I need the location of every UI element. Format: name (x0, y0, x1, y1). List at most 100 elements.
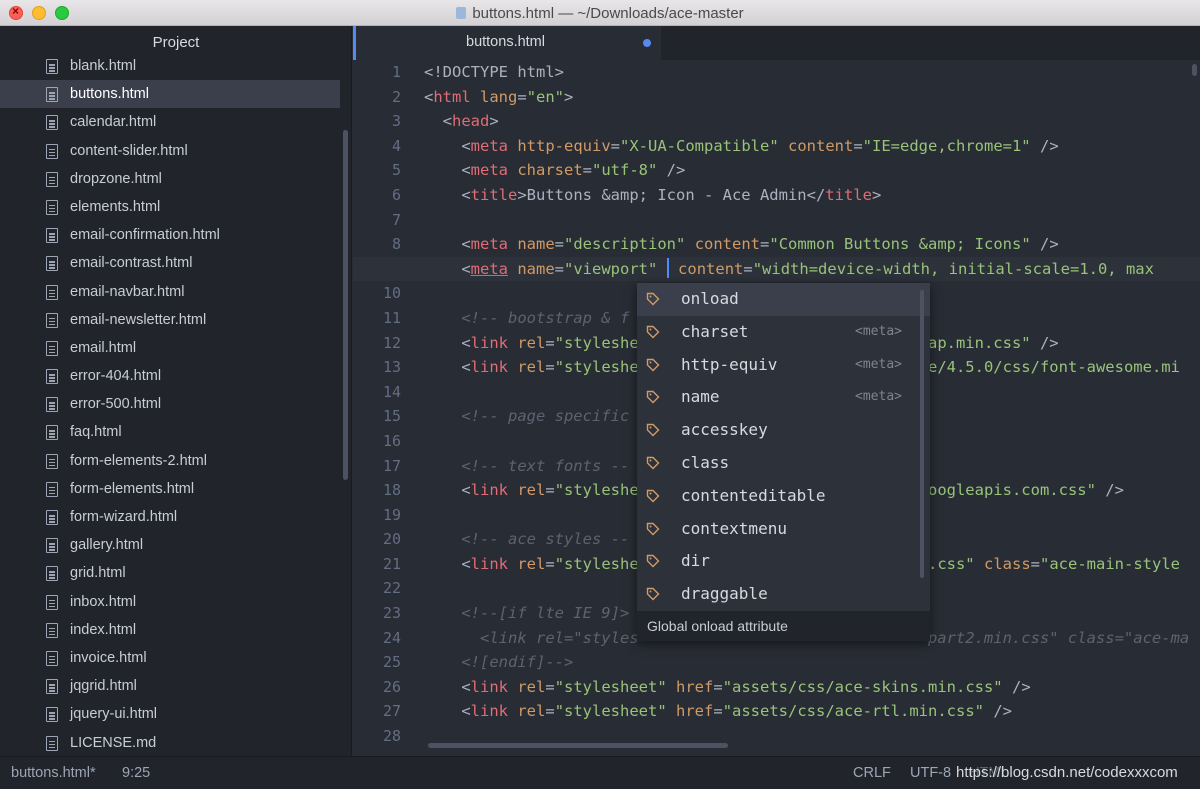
tree-item[interactable]: email-newsletter.html (0, 306, 340, 334)
tree-item[interactable]: jquery-ui.html (0, 700, 340, 728)
code-line[interactable]: <link rel="stylesheet" href="assets/css/… (424, 699, 1200, 724)
tree-item[interactable]: jqgrid.html (0, 672, 340, 700)
status-line-ending[interactable]: CRLF (853, 757, 891, 789)
tree-item[interactable]: faq.html (0, 418, 340, 446)
title-bar: buttons.html — ~/Downloads/ace-master (0, 0, 1200, 26)
code-line[interactable]: <html lang="en"> (424, 85, 1200, 110)
code-token: meta (470, 136, 508, 155)
tree-item-label: faq.html (70, 424, 122, 441)
line-number: 5 (391, 161, 401, 180)
tree-item-label: calendar.html (70, 114, 157, 131)
code-line[interactable]: <link rel="stylesheet" href="assets/css/… (424, 675, 1200, 700)
code-line[interactable]: <meta http-equiv="X-UA-Compatible" conte… (424, 134, 1200, 159)
tab-buttons-html[interactable]: buttons.html (353, 26, 661, 60)
code-token: > (489, 112, 499, 131)
tab-bar: buttons.html (353, 26, 1200, 60)
tree-item[interactable]: LICENSE.md (0, 729, 340, 757)
file-icon (46, 228, 58, 244)
tree-item[interactable]: gallery.html (0, 531, 340, 559)
tree-item[interactable]: error-500.html (0, 390, 340, 418)
tree-item[interactable]: form-elements.html (0, 475, 340, 503)
tree-item[interactable]: buttons.html (0, 80, 340, 109)
code-line[interactable]: <!DOCTYPE html> (424, 60, 1200, 85)
tree-item[interactable]: email-navbar.html (0, 278, 340, 306)
code-token: >Buttons &amp; Icon - Ace Admin</ (517, 185, 826, 204)
code-line[interactable] (424, 208, 1200, 233)
tree-item[interactable]: index.html (0, 616, 340, 644)
tree-item-label: LICENSE.md (70, 734, 157, 751)
autocomplete-item[interactable]: draggable (637, 578, 930, 611)
line-number: 22 (382, 579, 401, 598)
tag-icon (646, 587, 660, 601)
tree-item[interactable]: form-wizard.html (0, 503, 340, 531)
status-file-name[interactable]: buttons.html* (11, 757, 96, 789)
line-number: 2 (391, 87, 401, 106)
code-token: "ace-main-style (1040, 554, 1180, 573)
tree-item[interactable]: content-slider.html (0, 137, 340, 165)
autocomplete-item[interactable]: class (637, 447, 930, 480)
autocomplete-item[interactable]: contextmenu (637, 513, 930, 546)
code-line[interactable]: <head> (424, 109, 1200, 134)
status-cursor-position[interactable]: 9:25 (122, 757, 150, 789)
autocomplete-item[interactable]: name <meta> (637, 381, 930, 414)
code-token: = (545, 554, 555, 573)
tree-item[interactable]: inbox.html (0, 588, 340, 616)
tree-item[interactable]: invoice.html (0, 644, 340, 672)
tree-item[interactable]: form-elements-2.html (0, 447, 340, 475)
autocomplete-item[interactable]: http-equiv <meta> (637, 349, 930, 382)
code-token: "Common Buttons &amp; Icons" (769, 235, 1031, 254)
code-token: <!-- text fonts -- (424, 456, 630, 475)
tree-item[interactable]: dropzone.html (0, 165, 340, 193)
autocomplete-item-label: name (681, 387, 720, 407)
autocomplete-scrollbar[interactable] (920, 290, 924, 578)
code-line[interactable]: <meta charset="utf-8" /> (424, 158, 1200, 183)
line-number: 10 (382, 284, 401, 303)
tree-item-label: form-elements-2.html (70, 452, 207, 469)
autocomplete-item[interactable]: contenteditable (637, 480, 930, 513)
code-token: rel (517, 677, 546, 696)
code-line[interactable]: <meta name="viewport" content="width=dev… (353, 256, 1200, 282)
code-token: < (424, 235, 471, 254)
code-token: = (545, 481, 555, 500)
autocomplete-item[interactable]: charset <meta> (637, 316, 930, 349)
file-icon (46, 115, 58, 131)
autocomplete-item[interactable]: onload (637, 283, 930, 316)
line-number: 3 (391, 112, 401, 131)
status-encoding[interactable]: UTF-8 (910, 757, 951, 789)
tree-item[interactable]: email.html (0, 334, 340, 362)
code-line[interactable]: <meta name="description" content="Common… (424, 232, 1200, 257)
tree-item[interactable]: grid.html (0, 559, 340, 587)
code-line[interactable]: <title>Buttons &amp; Icon - Ace Admin</t… (424, 183, 1200, 208)
tree-item-label: email-navbar.html (70, 283, 185, 300)
autocomplete-item[interactable]: dir (637, 545, 930, 578)
tree-item-label: content-slider.html (70, 142, 188, 159)
tree-item[interactable]: email-contrast.html (0, 249, 340, 277)
autocomplete-item[interactable]: accesskey (637, 414, 930, 447)
code-token: "assets/css/ace-skins.min.css" (722, 677, 1003, 696)
tree-item[interactable]: email-confirmation.html (0, 221, 340, 249)
line-number: 17 (382, 456, 401, 475)
sidebar-scrollbar[interactable] (343, 130, 348, 480)
line-number: 1 (391, 63, 401, 81)
tree-item[interactable]: elements.html (0, 193, 340, 221)
tag-icon (646, 292, 660, 306)
editor-horizontal-scrollbar[interactable] (428, 743, 728, 748)
editor-vertical-scrollbar[interactable] (1192, 64, 1197, 76)
code-token: oogleapis.com.css" (927, 481, 1096, 500)
line-number: 21 (382, 554, 401, 573)
code-token: > (871, 185, 882, 204)
line-number: 13 (382, 358, 401, 377)
code-token: /> (657, 161, 686, 180)
code-token: "description" (564, 235, 686, 254)
project-panel-title[interactable]: Project (0, 26, 351, 60)
code-line[interactable]: <![endif]--> (424, 650, 1200, 675)
modified-indicator-icon[interactable] (643, 39, 651, 47)
tree-item[interactable]: error-404.html (0, 362, 340, 390)
tree-item[interactable]: calendar.html (0, 108, 340, 136)
code-token: "styleshe (554, 554, 639, 573)
